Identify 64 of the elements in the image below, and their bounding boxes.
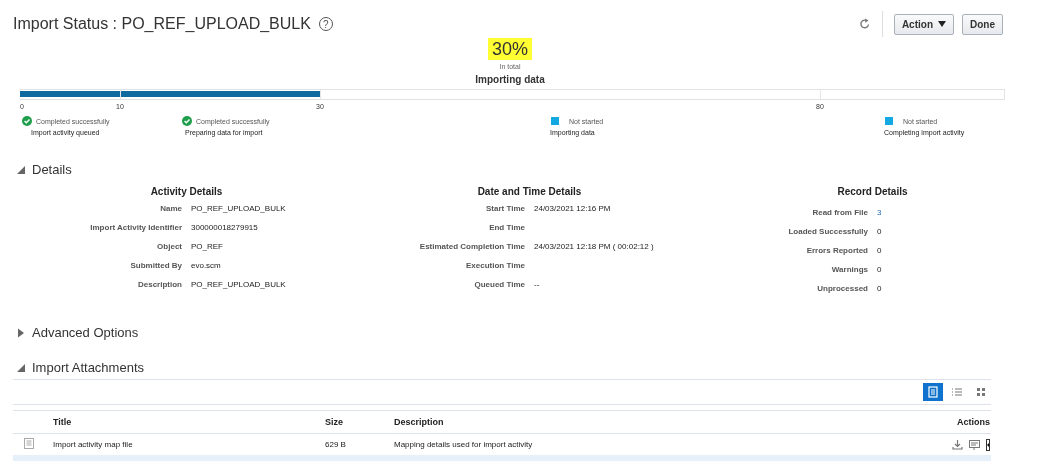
table-view-button[interactable] (923, 383, 943, 401)
check-circle-icon (22, 116, 32, 126)
field-label: Loaded Successfully (787, 227, 868, 238)
square-status-icon (550, 116, 560, 126)
expand-triangle-icon[interactable] (16, 327, 26, 338)
square-status-icon (884, 116, 894, 126)
preview-icon[interactable] (969, 439, 980, 450)
field-value: PO_REF (191, 242, 224, 253)
grid-icon (975, 386, 987, 398)
field-label: Warnings (830, 265, 868, 276)
field-label: Execution Time (465, 261, 525, 272)
field-label: Start Time (485, 204, 525, 215)
field-label: End Time (488, 223, 525, 234)
field-value: 24/03/2021 12:18 PM ( 00:02:12 ) (534, 242, 655, 253)
done-button[interactable]: Done (962, 13, 1003, 35)
field-label: Description (137, 280, 182, 291)
phase-label: Importing data (475, 74, 545, 85)
field-value: PO_REF_UPLOAD_BULK (191, 280, 287, 291)
field-label: Unprocessed (816, 284, 868, 295)
list-icon (951, 386, 963, 398)
field-label: Object (156, 242, 182, 253)
field-value: evo.scm (191, 261, 222, 272)
field-label: Submitted By (129, 261, 182, 272)
refresh-icon[interactable] (858, 18, 871, 30)
group-heading: Date and Time Details (476, 186, 583, 197)
percent-complete: 30% (488, 38, 532, 60)
field-label: Errors Reported (805, 246, 868, 257)
field-value: 0 (877, 284, 883, 295)
document-icon (24, 438, 34, 449)
column-header: Description (393, 410, 909, 434)
field-value: 0 (877, 227, 883, 238)
collapse-triangle-icon[interactable] (16, 362, 26, 373)
field-value: -- (534, 280, 541, 291)
field-label: Name (159, 204, 182, 215)
download-icon[interactable] (952, 439, 963, 450)
field-value: PO_REF_UPLOAD_BULK (191, 204, 287, 215)
field-label: Queued Time (473, 280, 525, 291)
field-value: 0 (877, 246, 883, 257)
collapse-triangle-icon[interactable] (16, 164, 26, 175)
table-cell: 629 B (324, 433, 393, 455)
page-title: Import Status : PO_REF_UPLOAD_BULK (13, 15, 311, 33)
field-label: Read from File (811, 208, 868, 219)
field-value: 0 (877, 265, 883, 276)
record-count-link[interactable]: 3 (877, 208, 1044, 227)
field-label: Import Activity Identifier (89, 223, 182, 234)
field-value: 300000018279915 (191, 223, 259, 234)
column-header: Size (324, 410, 393, 434)
column-header: Title (52, 410, 324, 434)
group-heading: Activity Details (149, 186, 224, 197)
field-label: Estimated Completion Time (418, 242, 525, 253)
caret-icon (938, 21, 946, 27)
table-cell: Import activity map file (52, 433, 324, 455)
document-icon (927, 386, 939, 398)
section-title[interactable]: Import Attachments (32, 360, 144, 375)
group-heading: Record Details (836, 186, 909, 197)
section-title[interactable]: Advanced Options (32, 325, 139, 340)
table-cell: Mapping details used for import activity (393, 433, 909, 455)
section-title[interactable]: Details (32, 162, 72, 177)
check-circle-icon (182, 116, 192, 126)
action-menu-button[interactable]: Action (893, 13, 954, 35)
overflow-icon[interactable] (986, 438, 990, 451)
field-value: 24/03/2021 12:16 PM (534, 204, 612, 215)
attachment-row[interactable]: Import activity map file 629 B Mapping details used for import activity (13, 433, 991, 455)
column-header: Actions (909, 410, 991, 434)
